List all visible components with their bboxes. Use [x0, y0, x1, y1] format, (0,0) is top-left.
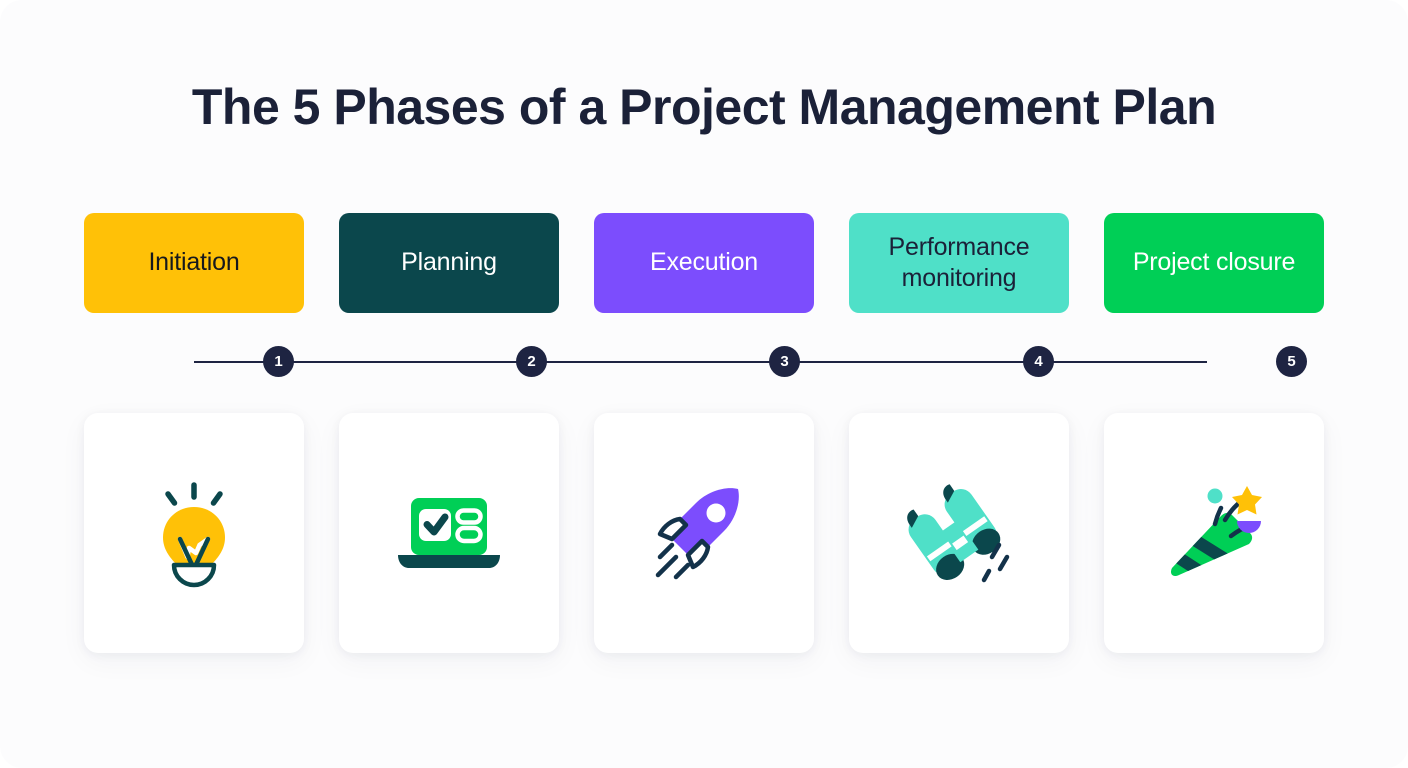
icon-card-project-closure[interactable]: [1104, 413, 1324, 653]
timeline-step-4[interactable]: 4: [1023, 346, 1054, 377]
phase-card-label: Initiation: [148, 248, 240, 277]
step-number: 3: [780, 353, 789, 370]
timeline-step-2[interactable]: 2: [516, 346, 547, 377]
lightbulb-icon: [146, 477, 242, 589]
timeline-step-5[interactable]: 5: [1276, 346, 1307, 377]
phase-card-performance-monitoring[interactable]: Performance monitoring: [849, 213, 1069, 313]
icon-card-planning[interactable]: [339, 413, 559, 653]
phase-card-label: Performance monitoring: [888, 232, 1030, 292]
laptop-checklist-icon: [390, 490, 508, 576]
phase-card-initiation[interactable]: Initiation: [84, 213, 304, 313]
timeline-step-3[interactable]: 3: [769, 346, 800, 377]
binoculars-icon: [903, 479, 1015, 587]
phase-card-label: Planning: [401, 248, 497, 277]
phase-timeline: 1 2 3 4 5: [84, 346, 1324, 378]
page-title: The 5 Phases of a Project Management Pla…: [191, 79, 1217, 135]
infographic-canvas: The 5 Phases of a Project Management Pla…: [0, 0, 1408, 768]
step-number: 5: [1287, 353, 1296, 370]
step-number: 1: [274, 353, 283, 370]
timeline-track: [194, 361, 1207, 363]
icon-card-performance-monitoring[interactable]: [849, 413, 1069, 653]
phase-card-execution[interactable]: Execution: [594, 213, 814, 313]
step-number: 4: [1034, 353, 1043, 370]
party-popper-icon: [1159, 478, 1269, 588]
icon-card-row: [84, 413, 1324, 653]
rocket-icon: [650, 481, 758, 585]
phase-card-project-closure[interactable]: Project closure: [1104, 213, 1324, 313]
timeline-step-1[interactable]: 1: [263, 346, 294, 377]
icon-card-execution[interactable]: [594, 413, 814, 653]
phase-card-planning[interactable]: Planning: [339, 213, 559, 313]
icon-card-initiation[interactable]: [84, 413, 304, 653]
phase-card-label: Execution: [650, 248, 758, 277]
phase-card-label: Project closure: [1132, 248, 1296, 277]
step-number: 2: [527, 353, 536, 370]
phase-card-row: Initiation Planning Execution Performanc…: [84, 213, 1324, 313]
